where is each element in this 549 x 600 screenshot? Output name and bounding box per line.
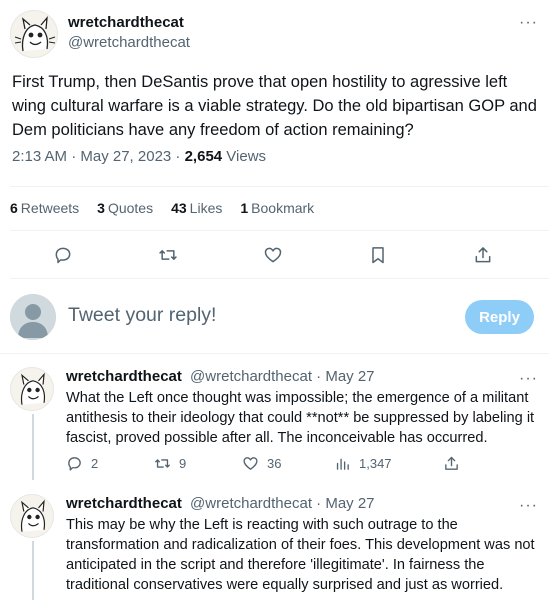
like-count: 36 — [267, 456, 282, 471]
divider — [10, 230, 549, 231]
bookmarks-stat[interactable]: 1 Bookmark — [240, 200, 314, 216]
reply-input[interactable] — [68, 304, 408, 327]
views-count-button[interactable]: 1,347 — [334, 455, 392, 472]
reply-count-button[interactable]: 2 — [66, 455, 98, 472]
reply-author-name[interactable]: wretchardthecat — [66, 495, 182, 512]
thread-connector — [32, 541, 34, 600]
tweet-stats: 6 Retweets 3 Quotes 43 Likes 1 Bookmark — [10, 200, 332, 216]
divider — [0, 353, 549, 354]
like-icon[interactable] — [262, 244, 284, 266]
reply-author-handle[interactable]: @wretchardthecat — [190, 495, 312, 512]
views-count: 2,654 — [184, 148, 223, 165]
tweet-action-bar — [0, 244, 549, 266]
views-label: Views — [222, 148, 267, 165]
author-name[interactable]: wretchardthecat — [68, 14, 184, 31]
more-options-icon[interactable]: ··· — [519, 498, 538, 514]
reply-author-avatar[interactable] — [10, 494, 54, 538]
retweet-count: 9 — [179, 456, 187, 471]
reply-author-avatar[interactable] — [10, 367, 54, 411]
share-icon — [445, 456, 458, 470]
share-icon[interactable] — [472, 244, 494, 266]
reply-action-bar: 2 9 36 1,347 — [66, 455, 466, 473]
reply-author-handle[interactable]: @wretchardthecat — [190, 368, 312, 385]
divider — [10, 278, 549, 279]
reply-text: What the Left once thought was impossibl… — [66, 390, 535, 446]
retweets-stat[interactable]: 6 Retweets — [10, 200, 79, 216]
current-user-avatar[interactable] — [10, 294, 56, 340]
likes-stat[interactable]: 43 Likes — [171, 200, 222, 216]
retweet-icon[interactable] — [157, 244, 179, 266]
tweet-meta: 2:13 AM · May 27, 2023 · 2,654 Views — [12, 148, 266, 165]
tweet-timestamp[interactable]: 2:13 AM · May 27, 2023 · — [12, 148, 185, 165]
author-avatar[interactable] — [10, 10, 58, 58]
reply-text: This may be why the Left is reacting wit… — [66, 517, 535, 593]
quotes-stat[interactable]: 3 Quotes — [97, 200, 153, 216]
reply-header: wretchardthecat @wretchardthecat · May 2… — [66, 495, 375, 512]
reply-icon[interactable] — [52, 244, 74, 266]
views-count: 1,347 — [359, 456, 392, 471]
reply-header: wretchardthecat @wretchardthecat · May 2… — [66, 368, 375, 385]
divider — [10, 186, 549, 187]
more-options-icon[interactable]: ··· — [519, 371, 538, 387]
bookmark-icon[interactable] — [367, 244, 389, 266]
author-handle[interactable]: @wretchardthecat — [68, 34, 190, 51]
reply-author-name[interactable]: wretchardthecat — [66, 368, 182, 385]
reply-date[interactable]: · May 27 — [316, 495, 374, 512]
reply-count: 2 — [91, 456, 99, 471]
like-count-button[interactable]: 36 — [242, 455, 281, 472]
like-icon — [243, 457, 258, 470]
share-button[interactable] — [443, 455, 460, 472]
reply-icon — [68, 457, 81, 471]
reply-button[interactable]: Reply — [465, 300, 534, 334]
tweet-text: First Trump, then DeSantis prove that op… — [12, 73, 537, 139]
reply-date[interactable]: · May 27 — [316, 368, 374, 385]
analytics-icon — [336, 458, 349, 470]
more-options-icon[interactable]: ··· — [519, 15, 538, 31]
thread-connector — [32, 414, 34, 480]
retweet-count-button[interactable]: 9 — [154, 455, 186, 472]
retweet-icon — [155, 459, 170, 468]
